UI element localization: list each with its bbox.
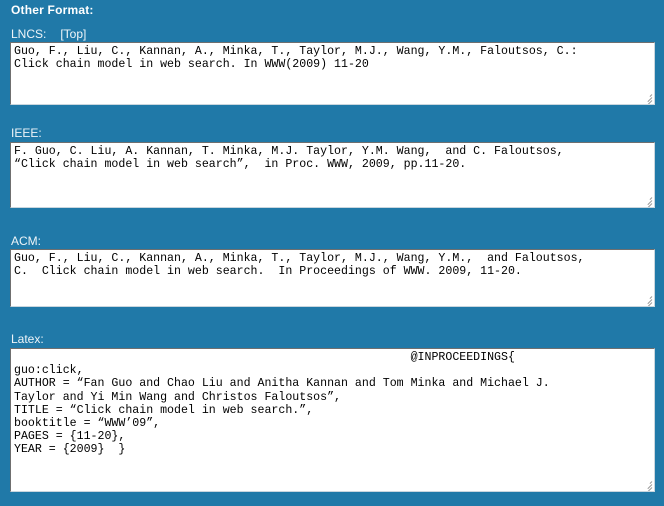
ieee-label-text: IEEE: bbox=[11, 126, 42, 140]
textarea-wrapper-latex[interactable] bbox=[10, 348, 655, 492]
section-label-lncs: LNCS: [Top] bbox=[11, 27, 86, 41]
section-label-ieee: IEEE: bbox=[11, 126, 42, 140]
textarea-wrapper-ieee[interactable] bbox=[10, 142, 655, 208]
textarea-lncs[interactable] bbox=[11, 43, 654, 104]
page-title: Other Format: bbox=[11, 3, 94, 17]
textarea-acm[interactable] bbox=[11, 250, 654, 306]
acm-label-text: ACM: bbox=[11, 234, 41, 248]
textarea-wrapper-acm[interactable] bbox=[10, 249, 655, 307]
top-link-lncs[interactable]: [Top] bbox=[60, 27, 86, 41]
lncs-label-text: LNCS: bbox=[11, 27, 47, 41]
textarea-latex[interactable] bbox=[11, 349, 654, 491]
textarea-wrapper-lncs[interactable] bbox=[10, 42, 655, 105]
latex-label-text: Latex: bbox=[11, 332, 44, 346]
other-format-panel: Other Format: LNCS: [Top] IEEE: ACM: Late… bbox=[0, 0, 664, 506]
section-label-acm: ACM: bbox=[11, 234, 41, 248]
textarea-ieee[interactable] bbox=[11, 143, 654, 207]
section-label-latex: Latex: bbox=[11, 332, 44, 346]
